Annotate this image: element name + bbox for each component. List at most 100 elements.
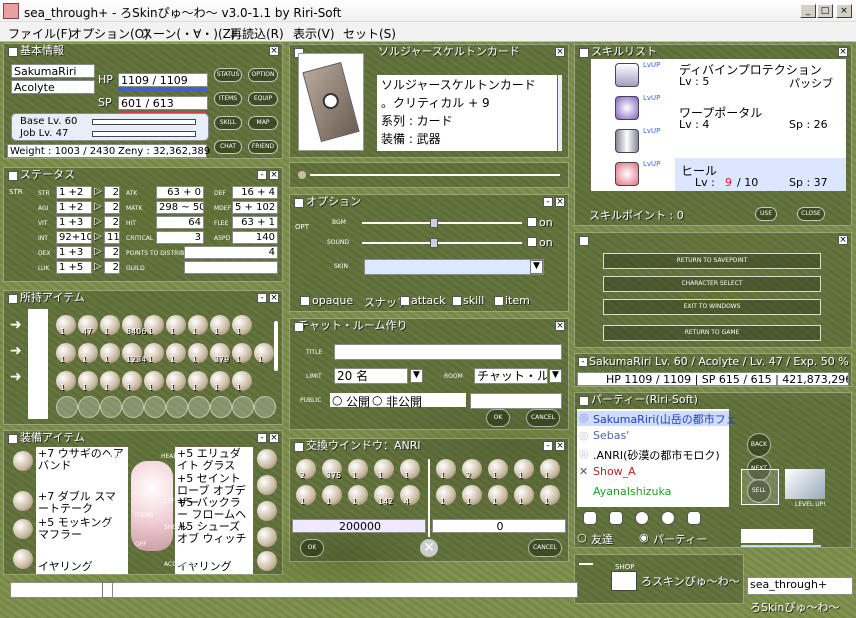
scrollbar[interactable] xyxy=(558,75,562,151)
inventory-item[interactable] xyxy=(144,343,164,363)
close-icon[interactable]: × xyxy=(555,441,565,451)
trade-item[interactable] xyxy=(514,485,534,505)
inventory-item[interactable] xyxy=(166,343,186,363)
stat-up-arrow-icon[interactable]: ▷ xyxy=(94,231,102,242)
minimize-icon[interactable]: - xyxy=(543,197,553,207)
inventory-item[interactable] xyxy=(166,371,186,391)
skill-button[interactable]: SKILL xyxy=(214,116,242,130)
inventory-item[interactable] xyxy=(122,371,142,391)
trade-item[interactable] xyxy=(296,459,316,479)
item-checkbox[interactable] xyxy=(494,296,504,306)
lvup-icon[interactable]: LvUP xyxy=(643,61,660,69)
radio-party-icon[interactable]: ◉ xyxy=(639,531,649,544)
cancel-button[interactable]: CANCEL xyxy=(526,409,560,427)
skill-item-heal[interactable]: LvUP ヒール Lv : 9 / 10 Sp : 37 xyxy=(591,158,846,191)
inventory-item[interactable] xyxy=(100,315,120,335)
inventory-item[interactable] xyxy=(166,315,186,335)
close-icon[interactable]: × xyxy=(838,235,848,245)
inventory-item[interactable] xyxy=(210,371,230,391)
trade-item[interactable] xyxy=(540,459,560,479)
lvup-icon[interactable]: LvUP xyxy=(643,160,660,168)
stat-up-arrow-icon[interactable]: ▷ xyxy=(94,201,102,212)
return-game-button[interactable]: RETURN TO GAME xyxy=(603,325,821,341)
trade-item[interactable] xyxy=(488,485,508,505)
stat-up-arrow-icon[interactable]: ▷ xyxy=(94,186,102,197)
party-member[interactable]: .ANRI(砂漠の都市モロク) xyxy=(593,447,720,463)
equip-shoes[interactable]: +5 シューズ オブ ウィッチ xyxy=(177,521,251,545)
inventory-item[interactable] xyxy=(144,371,164,391)
shop-minus-icon[interactable] xyxy=(579,563,593,565)
menu-soon[interactable]: スーン(・∀・)(Z) xyxy=(141,25,236,42)
inventory-item[interactable] xyxy=(254,343,274,363)
empty-slot[interactable] xyxy=(56,396,78,418)
stat-up-arrow-icon[interactable]: ▷ xyxy=(94,246,102,257)
level-up-icon[interactable]: LEVEL UP! xyxy=(781,469,829,515)
trade-item[interactable] xyxy=(322,485,342,505)
close-icon[interactable]: × xyxy=(269,293,279,303)
close-button[interactable]: × xyxy=(836,4,852,18)
inventory-item[interactable] xyxy=(100,343,120,363)
trade-item[interactable] xyxy=(462,485,482,505)
equip-head-mid[interactable]: +5 エリュダイト グラス xyxy=(177,448,251,472)
tab-arrow-icon[interactable]: ➜ xyxy=(10,369,22,385)
friend-button[interactable]: FRIEND xyxy=(248,140,278,154)
trade-item[interactable] xyxy=(462,459,482,479)
return-savepoint-button[interactable]: RETURN TO SAVEPOINT xyxy=(603,253,821,269)
party-input[interactable] xyxy=(741,529,813,543)
sound-checkbox[interactable] xyxy=(527,237,537,247)
skin-name-input[interactable]: sea_through+ xyxy=(747,577,853,595)
close-icon[interactable]: × xyxy=(555,197,565,207)
stat-up-arrow-icon[interactable]: ▷ xyxy=(94,216,102,227)
empty-slot[interactable] xyxy=(254,396,276,418)
close-icon[interactable]: × xyxy=(555,47,565,57)
menu-view[interactable]: 表示(V) xyxy=(293,25,335,42)
party-chat-icon[interactable] xyxy=(609,511,623,525)
close-icon[interactable]: × xyxy=(838,47,848,57)
sound-slider-thumb[interactable] xyxy=(430,238,438,248)
password-input[interactable] xyxy=(470,393,562,409)
trade-item[interactable] xyxy=(436,459,456,479)
minimize-icon[interactable]: - xyxy=(257,293,267,303)
chat-target-input[interactable] xyxy=(10,582,106,598)
trade-item[interactable] xyxy=(374,459,394,479)
inventory-item[interactable] xyxy=(188,371,208,391)
trade-item[interactable] xyxy=(400,485,420,505)
sound-slider[interactable] xyxy=(362,242,522,244)
chevron-down-icon[interactable]: ▼ xyxy=(410,369,423,383)
inventory-item[interactable] xyxy=(232,371,252,391)
inventory-item[interactable] xyxy=(232,343,252,363)
snap-checkbox[interactable] xyxy=(400,296,410,306)
close-icon[interactable]: × xyxy=(555,321,565,331)
trade-item[interactable] xyxy=(540,485,560,505)
lvup-icon[interactable]: LvUP xyxy=(643,94,660,102)
party-info-icon[interactable] xyxy=(635,511,649,525)
trade-ok-button[interactable]: OK xyxy=(300,539,324,557)
minimize-icon[interactable]: - xyxy=(257,433,267,443)
empty-slot[interactable] xyxy=(78,396,100,418)
radio-friend-icon[interactable]: ○ xyxy=(577,531,587,544)
remove-x-icon[interactable]: ✕ xyxy=(579,465,588,478)
empty-slot[interactable] xyxy=(232,396,254,418)
party-member[interactable]: AyanaIshizuka xyxy=(593,485,671,498)
minimize-icon[interactable]: - xyxy=(257,170,267,180)
empty-slot[interactable] xyxy=(188,396,210,418)
lvup-icon[interactable]: LvUP xyxy=(643,127,660,135)
opaque-checkbox[interactable] xyxy=(300,296,310,306)
bgm-slider[interactable] xyxy=(362,222,522,224)
exit-windows-button[interactable]: EXIT TO WINDOWS xyxy=(603,299,821,315)
option-button[interactable]: OPTION xyxy=(248,68,278,82)
empty-slot[interactable] xyxy=(210,396,232,418)
maximize-button[interactable]: □ xyxy=(817,4,833,18)
skill-item[interactable]: LvUP xyxy=(591,125,846,156)
inventory-item[interactable] xyxy=(56,371,76,391)
empty-slot[interactable] xyxy=(166,396,188,418)
chat-button[interactable]: CHAT xyxy=(214,140,242,154)
trade-item[interactable] xyxy=(514,459,534,479)
minimize-icon[interactable]: - xyxy=(543,441,553,451)
party-member[interactable]: SakumaRiri(山岳の都市フェ xyxy=(593,411,737,427)
close-icon[interactable]: × xyxy=(269,46,279,56)
bgm-checkbox[interactable] xyxy=(527,217,537,227)
trade-item[interactable] xyxy=(348,485,368,505)
inventory-item[interactable] xyxy=(210,315,230,335)
inventory-item[interactable] xyxy=(78,343,98,363)
